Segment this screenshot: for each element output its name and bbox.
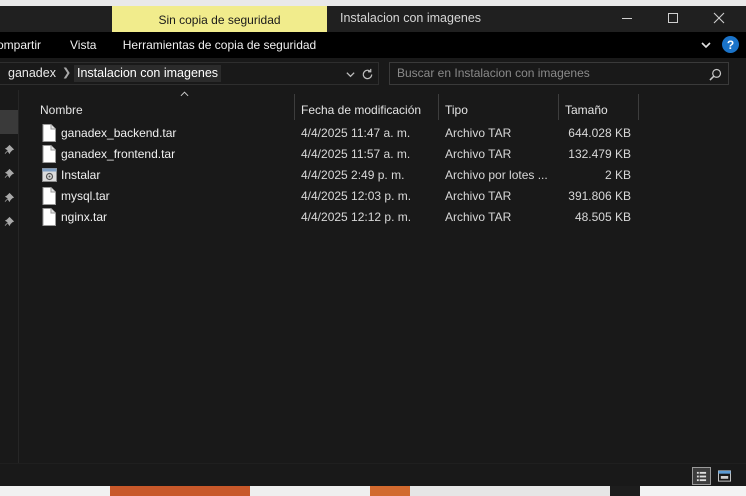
file-size: 2 KB [604, 168, 631, 182]
file-size: 48.505 KB [574, 210, 631, 224]
file-icon [42, 124, 56, 142]
minimize-button[interactable] [604, 6, 650, 30]
file-type: Archivo TAR [445, 189, 512, 203]
file-explorer-window: Sin copia de seguridad Instalacion con i… [0, 6, 746, 486]
column-divider[interactable] [438, 94, 439, 120]
tab-backup-tools[interactable]: Herramientas de copia de seguridad [112, 38, 327, 52]
file-date: 4/4/2025 11:57 a. m. [301, 147, 411, 161]
file-icon [42, 208, 56, 226]
close-icon [713, 12, 725, 24]
status-bar [0, 463, 746, 486]
help-icon: ? [726, 37, 735, 52]
large-icons-view-button[interactable] [715, 467, 734, 485]
file-date: 4/4/2025 12:03 p. m. [301, 189, 412, 203]
address-history-dropdown[interactable] [343, 67, 357, 81]
file-type: Archivo TAR [445, 126, 512, 140]
search-input[interactable]: Buscar en Instalacion con imagenes [397, 66, 590, 80]
file-row[interactable]: Instalar 4/4/2025 2:49 p. m. Archivo por… [20, 165, 640, 186]
expand-ribbon-button[interactable] [698, 37, 714, 53]
help-button[interactable]: ? [722, 36, 739, 53]
minimize-icon [622, 18, 632, 19]
maximize-icon [668, 13, 678, 23]
maximize-button[interactable] [650, 6, 696, 30]
file-name: mysql.tar [61, 189, 110, 203]
file-size: 132.479 KB [568, 147, 631, 161]
file-icon [42, 187, 56, 205]
file-size: 644.028 KB [568, 126, 631, 140]
file-row[interactable]: ganadex_backend.tar 4/4/2025 11:47 a. m.… [20, 123, 640, 144]
file-name: nginx.tar [61, 210, 108, 224]
navigation-pane[interactable] [0, 90, 19, 463]
pin-icon [3, 167, 16, 180]
file-size: 391.806 KB [568, 189, 631, 203]
file-name: Instalar [61, 168, 101, 182]
file-type: Archivo TAR [445, 210, 512, 224]
address-bar[interactable]: ganadex ❯ Instalacion con imagenes [0, 62, 379, 85]
tab-view[interactable]: Vista [70, 38, 96, 52]
address-row: ganadex ❯ Instalacion con imagenes Busca… [0, 58, 746, 90]
pin-icon [3, 143, 16, 156]
details-view-button[interactable] [692, 467, 711, 485]
sort-ascending-icon [178, 90, 190, 98]
large-icons-view-icon [718, 470, 731, 482]
file-icon [42, 145, 56, 163]
column-divider[interactable] [294, 94, 295, 120]
column-divider[interactable] [558, 94, 559, 120]
nav-selected-item[interactable] [0, 110, 18, 134]
title-bar: Sin copia de seguridad Instalacion con i… [0, 6, 746, 34]
file-name: ganadex_frontend.tar [61, 147, 176, 161]
file-date: 4/4/2025 12:12 p. m. [301, 210, 412, 224]
column-headers: Nombre Fecha de modificación Tipo Tamaño [20, 90, 746, 120]
file-type: Archivo TAR [445, 147, 512, 161]
close-button[interactable] [696, 6, 742, 30]
pin-icon [3, 191, 16, 204]
search-box[interactable]: Buscar en Instalacion con imagenes [389, 62, 729, 85]
chevron-down-icon [701, 42, 711, 49]
search-icon[interactable] [707, 66, 723, 82]
file-row[interactable]: ganadex_frontend.tar 4/4/2025 11:57 a. m… [20, 144, 640, 165]
column-divider[interactable] [638, 94, 639, 120]
ribbon-tabs: ompartir Vista Herramientas de copia de … [0, 32, 746, 58]
file-name: ganadex_backend.tar [61, 126, 177, 140]
column-header-size[interactable]: Tamaño [565, 103, 608, 117]
pin-icon [3, 215, 16, 228]
refresh-button[interactable] [359, 66, 375, 82]
breadcrumb-current-folder[interactable]: Instalacion con imagenes [74, 65, 222, 82]
window-title: Instalacion con imagenes [340, 11, 482, 25]
breadcrumb-separator-icon[interactable]: ❯ [62, 66, 71, 79]
file-type: Archivo por lotes ... [445, 168, 548, 182]
chevron-down-icon [345, 71, 355, 77]
column-header-date[interactable]: Fecha de modificación [301, 103, 421, 117]
file-row[interactable]: mysql.tar 4/4/2025 12:03 p. m. Archivo T… [20, 186, 640, 207]
batch-file-icon [42, 168, 57, 182]
desktop-wallpaper-bottom [0, 486, 746, 496]
refresh-icon [362, 68, 372, 79]
file-date: 4/4/2025 2:49 p. m. [301, 168, 405, 182]
tab-share[interactable]: ompartir [0, 38, 41, 52]
details-view-icon [696, 471, 707, 481]
column-header-name[interactable]: Nombre [40, 103, 83, 117]
file-date: 4/4/2025 11:47 a. m. [301, 126, 411, 140]
context-tab-backup-status[interactable]: Sin copia de seguridad [112, 6, 327, 34]
breadcrumb-ganadex[interactable]: ganadex [8, 66, 56, 80]
file-row[interactable]: nginx.tar 4/4/2025 12:12 p. m. Archivo T… [20, 207, 640, 228]
column-header-type[interactable]: Tipo [445, 103, 468, 117]
